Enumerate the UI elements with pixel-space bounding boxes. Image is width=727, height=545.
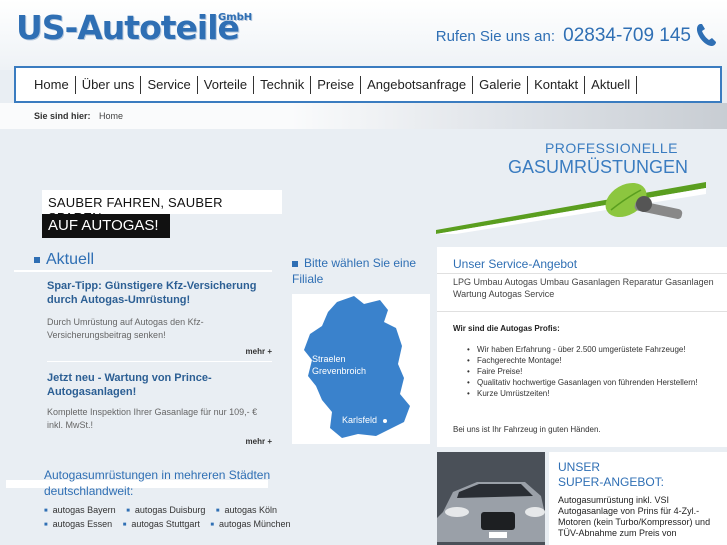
city-link[interactable]: autogas Köln bbox=[216, 505, 277, 515]
benefits-list: Wir haben Erfahrung - über 2.500 umgerüs… bbox=[467, 344, 717, 399]
promo-line2: GASUMRÜSTUNGEN bbox=[508, 157, 689, 177]
nav-angebotsanfrage[interactable]: Angebotsanfrage bbox=[361, 76, 474, 94]
super-title-1: UNSER bbox=[558, 460, 601, 474]
filiale-heading: Bitte wählen Sie eine Filiale bbox=[292, 255, 432, 287]
nav-preise[interactable]: Preise bbox=[311, 76, 362, 94]
breadcrumb-label: Sie sind hier: bbox=[34, 111, 91, 121]
phone-icon bbox=[696, 24, 716, 46]
more-link[interactable]: mehr + bbox=[47, 437, 272, 446]
filiale-title: Bitte wählen Sie eine Filiale bbox=[292, 256, 417, 286]
divider bbox=[437, 311, 727, 312]
list-item: Kurze Umrüstzeiten! bbox=[467, 388, 717, 399]
cities-heading: Autogasumrüstungen in mehreren Städten d… bbox=[44, 468, 271, 498]
nav-service[interactable]: Service bbox=[141, 76, 198, 94]
map-location-karlsfeld[interactable]: Karlsfeld bbox=[342, 415, 377, 425]
bullet-square-icon bbox=[292, 260, 298, 267]
nav-aktuell[interactable]: Aktuell bbox=[585, 76, 638, 94]
phone-number[interactable]: 02834-709 145 bbox=[563, 25, 691, 46]
news-title[interactable]: Jetzt neu - Wartung von Prince-Autogasan… bbox=[47, 371, 272, 399]
divider bbox=[47, 361, 272, 362]
nav-ueber-uns[interactable]: Über uns bbox=[76, 76, 142, 94]
tagline-line1: SAUBER FAHREN, SAUBER SPAREN … bbox=[42, 190, 282, 225]
promo-line1: PROFESSIONELLE bbox=[544, 140, 678, 156]
city-link[interactable]: autogas Bayern bbox=[44, 505, 116, 515]
nav-list: Home Über uns Service Vorteile Technik P… bbox=[34, 76, 638, 94]
tagline-line2: AUF AUTOGAS! bbox=[42, 214, 170, 238]
profis-heading: Wir sind die Autogas Profis: bbox=[453, 324, 560, 333]
nav-home[interactable]: Home bbox=[34, 76, 76, 94]
breadcrumb-current[interactable]: Home bbox=[99, 111, 123, 121]
aktuell-heading: Aktuell bbox=[34, 251, 94, 269]
super-heading: UNSER SUPER-ANGEBOT: bbox=[558, 460, 664, 490]
city-link[interactable]: autogas Duisburg bbox=[126, 505, 205, 515]
more-link[interactable]: mehr + bbox=[47, 347, 272, 356]
service-box: Unser Service-Angebot LPG Umbau Autogas … bbox=[437, 247, 727, 447]
phone-info: Rufen Sie uns an: 02834-709 145 bbox=[436, 25, 691, 47]
news-item: Jetzt neu - Wartung von Prince-Autogasan… bbox=[47, 371, 272, 446]
service-footer: Bei uns ist Ihr Fahrzeug in guten Händen… bbox=[453, 425, 601, 434]
breadcrumb-bar: Sie sind hier: Home bbox=[0, 103, 727, 129]
news-title[interactable]: Spar-Tipp: Günstigere Kfz-Versicherung d… bbox=[47, 279, 272, 307]
news-text: Komplette Inspektion Ihrer Gasanlage für… bbox=[47, 407, 258, 430]
news-text: Durch Umrüstung auf Autogas den Kfz-Vers… bbox=[47, 317, 204, 340]
cities-list: autogas Bayern autogas Duisburg autogas … bbox=[44, 504, 304, 532]
promo-heading: PROFESSIONELLE GASUMRÜSTUNGEN bbox=[508, 140, 689, 178]
header: US-Autoteile GmbH Rufen Sie uns an: 0283… bbox=[0, 0, 727, 70]
news-item: Spar-Tipp: Günstigere Kfz-Versicherung d… bbox=[47, 279, 272, 356]
super-title-2: SUPER-ANGEBOT: bbox=[558, 475, 665, 489]
car-icon bbox=[437, 452, 545, 545]
map-location-straelen[interactable]: Straelen bbox=[312, 354, 346, 364]
service-heading: Unser Service-Angebot bbox=[453, 257, 578, 271]
nav-galerie[interactable]: Galerie bbox=[473, 76, 529, 94]
logo-suffix: GmbH bbox=[218, 12, 253, 23]
main-navigation: Home Über uns Service Vorteile Technik P… bbox=[14, 66, 722, 103]
map-location-grevenbroich[interactable]: Grevenbroich bbox=[312, 366, 366, 376]
divider bbox=[437, 273, 727, 274]
list-item: Wir haben Erfahrung - über 2.500 umgerüs… bbox=[467, 344, 717, 355]
service-tags[interactable]: LPG Umbau Autogas Umbau Gasanlagen Repar… bbox=[453, 276, 719, 300]
phone-label: Rufen Sie uns an: bbox=[435, 28, 555, 45]
list-item: Qualitativ hochwertige Gasanlagen von fü… bbox=[467, 377, 717, 388]
nav-technik[interactable]: Technik bbox=[254, 76, 312, 94]
nav-vorteile[interactable]: Vorteile bbox=[198, 76, 255, 94]
car-image[interactable] bbox=[437, 452, 545, 545]
aktuell-title: Aktuell bbox=[46, 251, 95, 268]
logo-text: US-Autoteile bbox=[16, 8, 240, 47]
list-item: Faire Preise! bbox=[467, 366, 717, 377]
super-offer: UNSER SUPER-ANGEBOT: Autogasumrüstung in… bbox=[549, 452, 727, 545]
divider bbox=[14, 270, 272, 272]
super-text: Autogasumrüstung inkl. VSI Autogasanlage… bbox=[558, 495, 711, 538]
leaf-key-graphic bbox=[436, 182, 706, 234]
list-item: Fachgerechte Montage! bbox=[467, 355, 717, 366]
breadcrumb: Sie sind hier: Home bbox=[34, 111, 123, 121]
nav-kontakt[interactable]: Kontakt bbox=[528, 76, 586, 94]
city-link[interactable]: autogas Essen bbox=[44, 519, 112, 529]
site-logo[interactable]: US-Autoteile GmbH bbox=[16, 8, 252, 47]
city-link[interactable]: autogas Stuttgart bbox=[123, 519, 200, 529]
bullet-square-icon bbox=[34, 256, 40, 263]
germany-map[interactable]: Straelen Grevenbroich Karlsfeld bbox=[292, 294, 430, 444]
city-link[interactable]: autogas München bbox=[210, 519, 290, 529]
